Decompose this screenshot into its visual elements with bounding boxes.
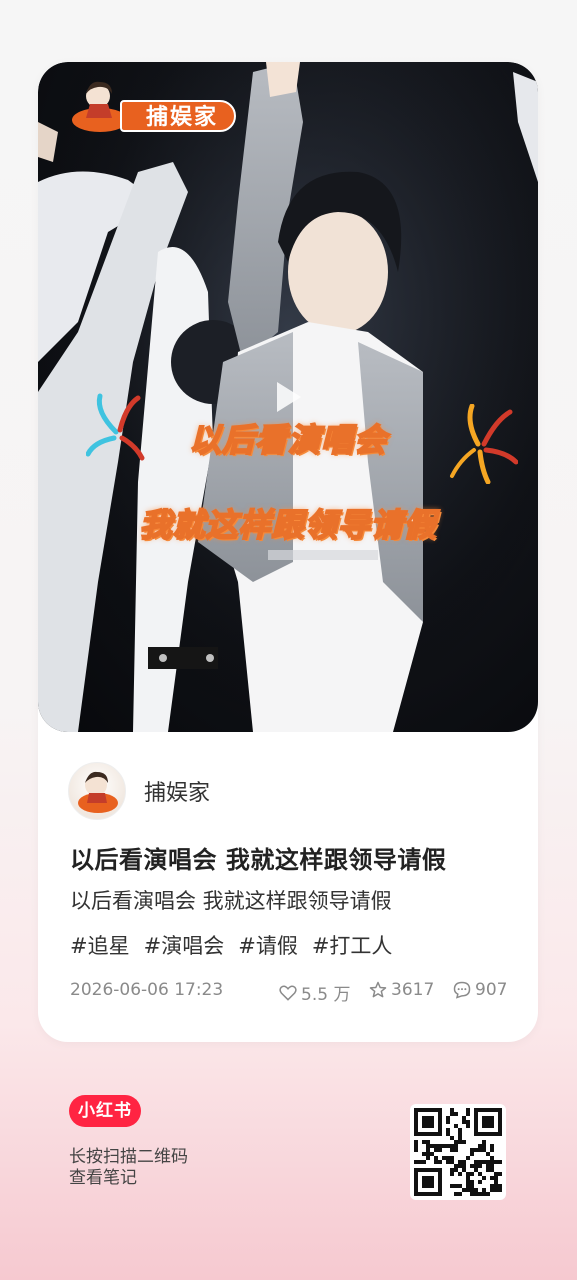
note-title: 以后看演唱会 我就这样跟领导请假 bbox=[70, 846, 447, 874]
star-icon bbox=[369, 981, 387, 998]
channel-badge-label: 捕娱家 bbox=[120, 100, 237, 132]
like-count: 5.5 万 bbox=[301, 985, 351, 1005]
comment-stat[interactable]: 907 bbox=[452, 980, 507, 1000]
video-caption-line2: 我就这样跟领导请假 bbox=[138, 505, 437, 545]
note-meta: 2026-06-06 17:23 5.5 万 3617 907 bbox=[70, 980, 508, 1005]
heart-icon bbox=[279, 984, 297, 1001]
comment-count: 907 bbox=[475, 980, 508, 1000]
note-card[interactable]: 捕娱家 以后看演唱会 我就这样跟领导请假 捕娱家 以后看演唱会 我就这样跟领导请… bbox=[38, 62, 538, 1042]
collect-count: 3617 bbox=[391, 980, 435, 1000]
qr-code-icon bbox=[414, 1108, 502, 1196]
channel-badge: 捕娱家 bbox=[68, 74, 254, 136]
note-description: 以后看演唱会 我就这样跟领导请假 bbox=[70, 889, 392, 913]
author-name[interactable]: 捕娱家 bbox=[144, 775, 210, 807]
qr-hint-line2: 查看笔记 bbox=[69, 1168, 137, 1188]
avatar[interactable] bbox=[68, 762, 126, 820]
qr-hint: 长按扫描二维码 查看笔记 bbox=[69, 1147, 188, 1189]
fox-mascot-avatar-icon bbox=[78, 771, 118, 813]
cover-image[interactable]: 捕娱家 以后看演唱会 我就这样跟领导请假 bbox=[38, 62, 538, 732]
video-caption-line1: 以后看演唱会 bbox=[188, 420, 387, 460]
tag-item[interactable]: #打工人 bbox=[312, 930, 393, 960]
tag-item[interactable]: #追星 bbox=[70, 930, 130, 960]
note-content: 捕娱家 以后看演唱会 我就这样跟领导请假 以后看演唱会 我就这样跟领导请假 #追… bbox=[38, 732, 538, 1042]
qr-code[interactable] bbox=[410, 1104, 506, 1200]
like-stat[interactable]: 5.5 万 bbox=[278, 980, 350, 1005]
comment-icon bbox=[453, 981, 471, 999]
collect-stat[interactable]: 3617 bbox=[368, 980, 434, 1000]
xiaohongshu-logo: 小红书 bbox=[69, 1095, 141, 1127]
tag-item[interactable]: #演唱会 bbox=[144, 930, 225, 960]
tag-item[interactable]: #请假 bbox=[238, 930, 298, 960]
post-date: 2026-06-06 17:23 bbox=[70, 980, 224, 1000]
author-row[interactable]: 捕娱家 bbox=[68, 762, 210, 820]
tag-list: #追星 #演唱会 #请假 #打工人 bbox=[70, 930, 392, 960]
qr-hint-line1: 长按扫描二维码 bbox=[69, 1147, 188, 1167]
play-icon[interactable] bbox=[275, 380, 303, 414]
